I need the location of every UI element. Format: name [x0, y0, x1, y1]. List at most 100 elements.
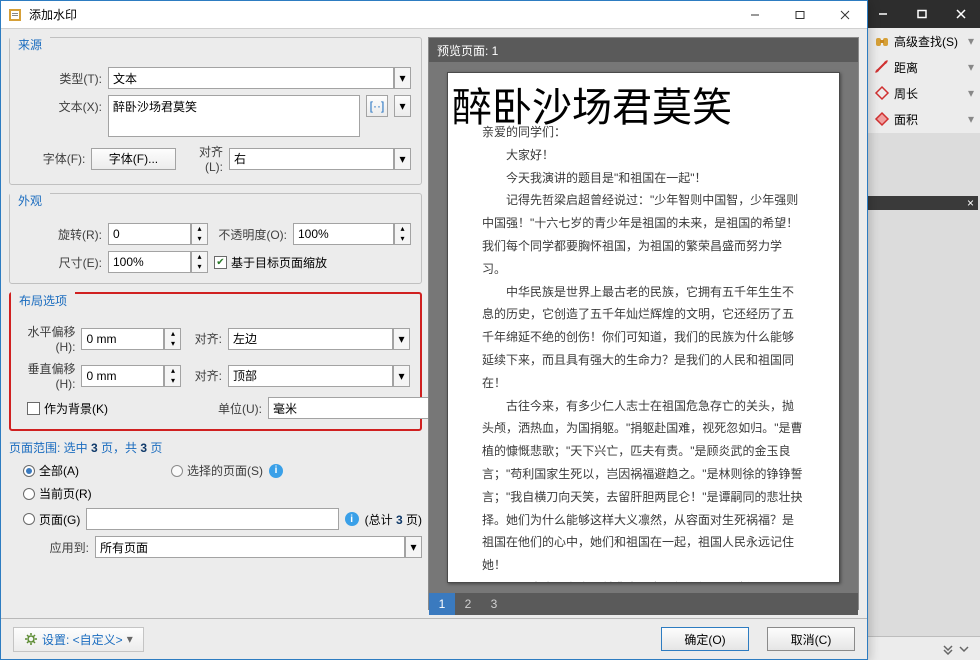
layout-title: 布局选项 — [11, 290, 75, 311]
halign-combo[interactable]: ▾ — [228, 328, 410, 350]
preview-viewport: 醉卧沙场君莫笑 亲爱的同学们： 大家好！ 今天我演讲的题目是"和祖国在一起"！ … — [429, 62, 858, 593]
binoculars-icon — [874, 33, 890, 49]
chevron-down-icon[interactable]: ▾ — [393, 365, 410, 387]
radio-all[interactable]: 全部(A) — [23, 462, 79, 479]
halign-input[interactable] — [228, 328, 393, 350]
preview-body: 亲爱的同学们： 大家好！ 今天我演讲的题目是"和祖国在一起"！ 记得先哲梁启超曾… — [482, 121, 805, 583]
spin-up[interactable]: ▴ — [395, 224, 410, 234]
dialog-minimize-button[interactable] — [732, 1, 777, 29]
info-icon[interactable]: i — [345, 512, 359, 526]
dialog-footer: 设置: <自定义> ▾ 确定(O) 取消(C) — [1, 618, 867, 659]
unit-input[interactable] — [268, 397, 433, 419]
unit-combo[interactable]: ▾ — [268, 397, 410, 419]
type-input[interactable] — [108, 67, 394, 89]
bg-bottom-strip — [862, 636, 980, 660]
relative-label: 基于目标页面缩放 — [231, 254, 327, 271]
pages-input[interactable] — [86, 508, 338, 530]
bg-adv-find-label: 高级查找(S) — [894, 33, 958, 50]
app-icon — [7, 7, 23, 23]
spin-up[interactable]: ▴ — [192, 224, 207, 234]
text-dropdown[interactable]: ▾ — [394, 95, 411, 117]
settings-dropdown[interactable]: 设置: <自定义> ▾ — [13, 627, 144, 652]
apply-input[interactable] — [95, 536, 405, 558]
rotate-label: 旋转(R): — [20, 226, 102, 243]
apply-combo[interactable]: ▾ — [95, 536, 422, 558]
bg-distance-label: 距离 — [894, 59, 918, 76]
tab-page-3[interactable]: 3 — [481, 593, 507, 615]
type-combo[interactable]: ▾ — [108, 67, 411, 89]
preview-watermark: 醉卧沙场君莫笑 — [452, 75, 835, 133]
info-icon[interactable]: i — [269, 464, 283, 478]
scale-label: 尺寸(E): — [20, 254, 102, 271]
opacity-input[interactable] — [293, 223, 394, 245]
bg-adv-find[interactable]: 高级查找(S) ▾ — [868, 28, 980, 54]
tab-page-2[interactable]: 2 — [455, 593, 481, 615]
chevrons-icon[interactable] — [942, 643, 954, 655]
bg-maximize-button[interactable] — [902, 0, 941, 28]
radio-selected[interactable]: 选择的页面(S) — [171, 462, 263, 479]
bg-perimeter-label: 周长 — [894, 85, 918, 102]
voff-input[interactable] — [81, 365, 164, 387]
spin-up[interactable]: ▴ — [192, 252, 207, 262]
voff-spinner[interactable]: ▴▾ — [81, 365, 181, 387]
chevron-down-icon[interactable]: ▾ — [405, 536, 422, 558]
hoff-input[interactable] — [81, 328, 164, 350]
chevron-down-icon[interactable] — [958, 643, 970, 655]
spin-down[interactable]: ▾ — [192, 262, 207, 272]
bg-right-toolbar: 高级查找(S) ▾ 距离 ▾ 周长 ▾ 面积 ▾ — [867, 28, 980, 133]
valign-combo[interactable]: ▾ — [228, 365, 410, 387]
appearance-panel: 外观 旋转(R): ▴▾ 不透明度(O): ▴▾ 尺寸(E): — [9, 193, 422, 284]
dialog-maximize-button[interactable] — [777, 1, 822, 29]
ok-button[interactable]: 确定(O) — [661, 627, 749, 651]
spin-down[interactable]: ▾ — [192, 234, 207, 244]
spin-down[interactable]: ▾ — [395, 234, 410, 244]
text-input[interactable]: 醉卧沙场君莫笑 — [108, 95, 360, 137]
dialog-close-button[interactable] — [822, 1, 867, 29]
font-label: 字体(F): — [20, 150, 85, 167]
bg-area[interactable]: 面积 ▾ — [868, 106, 980, 132]
bg-area-label: 面积 — [894, 111, 918, 128]
align-input[interactable] — [229, 148, 394, 170]
unit-label: 单位(U): — [210, 400, 262, 417]
gear-icon — [24, 632, 38, 646]
opacity-spinner[interactable]: ▴▾ — [293, 223, 411, 245]
appearance-title: 外观 — [10, 190, 50, 211]
align-label: 对齐(L): — [182, 143, 223, 174]
bg-panel-close[interactable]: × — [868, 196, 978, 210]
chevron-down-icon[interactable]: ▾ — [394, 67, 411, 89]
bg-minimize-button[interactable] — [863, 0, 902, 28]
voff-label: 垂直偏移(H): — [21, 360, 75, 391]
radio-current[interactable]: 当前页(R) — [23, 485, 92, 502]
relative-checkbox[interactable]: ✔ 基于目标页面缩放 — [214, 254, 327, 271]
rotate-spinner[interactable]: ▴▾ — [108, 223, 208, 245]
double-arrow-icon — [874, 59, 890, 75]
settings-label: 设置: <自定义> — [42, 631, 123, 648]
text-label: 文本(X): — [20, 95, 102, 115]
scale-input[interactable] — [108, 251, 191, 273]
bg-perimeter[interactable]: 周长 ▾ — [868, 80, 980, 106]
cancel-button[interactable]: 取消(C) — [767, 627, 855, 651]
preview-page: 醉卧沙场君莫笑 亲爱的同学们： 大家好！ 今天我演讲的题目是"和祖国在一起"！ … — [447, 72, 840, 583]
preview-tabs: 1 2 3 — [429, 593, 858, 615]
checkbox-icon: ✔ — [214, 256, 227, 269]
rotate-input[interactable] — [108, 223, 191, 245]
valign-input[interactable] — [228, 365, 393, 387]
add-watermark-dialog: 添加水印 来源 类型(T): ▾ 文本(X): 醉卧沙场君莫笑 — [0, 0, 868, 660]
tab-page-1[interactable]: 1 — [429, 593, 455, 615]
source-panel: 来源 类型(T): ▾ 文本(X): 醉卧沙场君莫笑 [··] ▾ — [9, 37, 422, 185]
type-label: 类型(T): — [20, 70, 102, 87]
align-combo[interactable]: ▾ — [229, 148, 411, 170]
chevron-down-icon[interactable]: ▾ — [394, 148, 411, 170]
radio-pages[interactable]: 页面(G) — [23, 511, 80, 528]
hoff-spinner[interactable]: ▴▾ — [81, 328, 181, 350]
bg-ck-label: 作为背景(K) — [44, 400, 108, 417]
bg-distance[interactable]: 距离 ▾ — [868, 54, 980, 80]
macro-button[interactable]: [··] — [366, 95, 388, 117]
font-button[interactable]: 字体(F)... — [91, 148, 175, 170]
scale-spinner[interactable]: ▴▾ — [108, 251, 208, 273]
bg-checkbox[interactable]: 作为背景(K) — [27, 400, 108, 417]
chevron-down-icon[interactable]: ▾ — [393, 328, 410, 350]
perimeter-icon — [874, 85, 890, 101]
dialog-title: 添加水印 — [29, 6, 732, 23]
bg-close-button[interactable] — [941, 0, 980, 28]
